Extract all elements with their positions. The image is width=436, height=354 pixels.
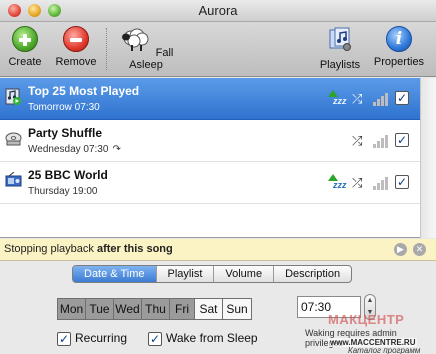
alarm-subtitle: Thursday 19:00 xyxy=(28,186,98,197)
create-button[interactable]: Create xyxy=(4,26,46,68)
toolbar: Create Remove Fall Asleep Playlists i Pr… xyxy=(0,22,436,77)
list-scrollbar[interactable] xyxy=(420,78,436,238)
title-bar[interactable]: Aurora xyxy=(0,0,436,22)
notice-bold: after this song xyxy=(96,243,173,255)
alarm-status-icons: zzz ⤮ ✓ xyxy=(326,174,416,192)
shuffle-icon: ⤮ xyxy=(352,175,363,190)
tab-description[interactable]: Description xyxy=(274,266,351,282)
alarm-row[interactable]: Party Shuffle Wednesday 07:30 ↷ ⤮ ✓ xyxy=(0,120,420,162)
playlists-label: Playlists xyxy=(319,59,361,71)
day-toggle-fri[interactable]: Fri xyxy=(170,299,195,319)
alarm-title: 25 BBC World xyxy=(28,168,108,182)
shuffle-icon: ⤮ xyxy=(352,91,363,106)
radio-icon xyxy=(5,172,22,187)
tab-volume[interactable]: Volume xyxy=(214,266,275,282)
day-toggle-sun[interactable]: Sun xyxy=(223,299,251,319)
weekday-selector: Mon Tue Wed Thu Fri Sat Sun xyxy=(57,298,252,320)
alarm-list[interactable]: Top 25 Most Played Tomorrow 07:30 zzz ⤮ … xyxy=(0,78,436,238)
day-toggle-tue[interactable]: Tue xyxy=(86,299,114,319)
playback-notice-bar: Stopping playback after this song ▶ ✕ xyxy=(0,239,436,261)
alarm-row[interactable]: Top 25 Most Played Tomorrow 07:30 zzz ⤮ … xyxy=(0,78,420,120)
alarm-row[interactable]: 25 BBC World Thursday 19:00 zzz ⤮ ✓ xyxy=(0,162,420,204)
window-title: Aurora xyxy=(198,3,238,18)
cd-icon xyxy=(5,132,22,146)
remove-button[interactable]: Remove xyxy=(52,26,100,68)
itunes-icon xyxy=(5,88,21,105)
alarm-enabled-checkbox[interactable]: ✓ xyxy=(395,91,409,105)
notice-prefix: Stopping playback xyxy=(4,243,97,255)
watermark: МАКЦЕНТР www.MACCENTRE.RU Каталог програ… xyxy=(320,312,436,354)
info-icon: i xyxy=(386,26,412,52)
volume-signal-icon xyxy=(373,92,389,106)
wake-from-sleep-option[interactable]: ✓ Wake from Sleep xyxy=(148,331,278,347)
sheep-icon xyxy=(121,28,149,51)
wake-from-sleep-label: Wake from Sleep xyxy=(166,331,258,345)
detail-tabs: Date & Time Playlist Volume Description xyxy=(72,265,353,283)
day-toggle-mon[interactable]: Mon xyxy=(58,299,86,319)
tab-date-time[interactable]: Date & Time xyxy=(73,266,157,282)
aurora-window: Aurora Create Remove Fall Asleep Playlis… xyxy=(0,0,436,354)
day-toggle-thu[interactable]: Thu xyxy=(142,299,170,319)
recurring-label: Recurring xyxy=(75,331,128,345)
minus-icon xyxy=(63,26,89,52)
day-toggle-sat[interactable]: Sat xyxy=(195,299,223,319)
alarm-enabled-checkbox[interactable]: ✓ xyxy=(395,175,409,189)
shuffle-icon: ⤮ xyxy=(352,133,363,148)
repeat-icon: ↷ xyxy=(112,144,121,155)
recurring-option[interactable]: ✓ Recurring xyxy=(57,331,137,347)
playlists-button[interactable]: Playlists xyxy=(314,26,366,71)
alarm-status-icons: ⤮ ✓ xyxy=(326,132,416,150)
watermark-subtitle: Каталог программ xyxy=(348,346,421,354)
create-label: Create xyxy=(8,56,42,68)
alarm-title: Top 25 Most Played xyxy=(28,84,140,98)
recurring-checkbox[interactable]: ✓ xyxy=(57,332,71,346)
alarm-enabled-checkbox[interactable]: ✓ xyxy=(395,133,409,147)
volume-signal-icon xyxy=(373,176,389,190)
notice-text: Stopping playback after this song xyxy=(4,243,173,255)
properties-label: Properties xyxy=(373,56,425,68)
watermark-title: МАКЦЕНТР xyxy=(328,312,405,327)
alarm-subtitle: Wednesday 07:30 xyxy=(28,144,109,155)
properties-button[interactable]: i Properties xyxy=(370,26,428,68)
wake-from-sleep-checkbox[interactable]: ✓ xyxy=(148,332,162,346)
fall-asleep-button[interactable]: Fall Asleep xyxy=(112,26,180,71)
sleep-after-icon: zzz xyxy=(326,174,348,192)
alarm-status-icons: zzz ⤮ ✓ xyxy=(326,90,416,108)
day-toggle-wed[interactable]: Wed xyxy=(114,299,142,319)
plus-icon xyxy=(12,26,38,52)
playlists-icon xyxy=(329,27,351,51)
alarm-title: Party Shuffle xyxy=(28,126,103,140)
sleep-after-icon: zzz xyxy=(326,90,348,108)
notice-play-icon[interactable]: ▶ xyxy=(394,243,407,256)
alarm-subtitle: Tomorrow 07:30 xyxy=(28,102,100,113)
tab-playlist[interactable]: Playlist xyxy=(157,266,215,282)
notice-close-icon[interactable]: ✕ xyxy=(413,243,426,256)
alarm-subtitle-wrap: Wednesday 07:30 ↷ xyxy=(28,144,121,155)
toolbar-separator xyxy=(106,28,107,70)
remove-label: Remove xyxy=(55,56,97,68)
volume-signal-icon xyxy=(373,134,389,148)
